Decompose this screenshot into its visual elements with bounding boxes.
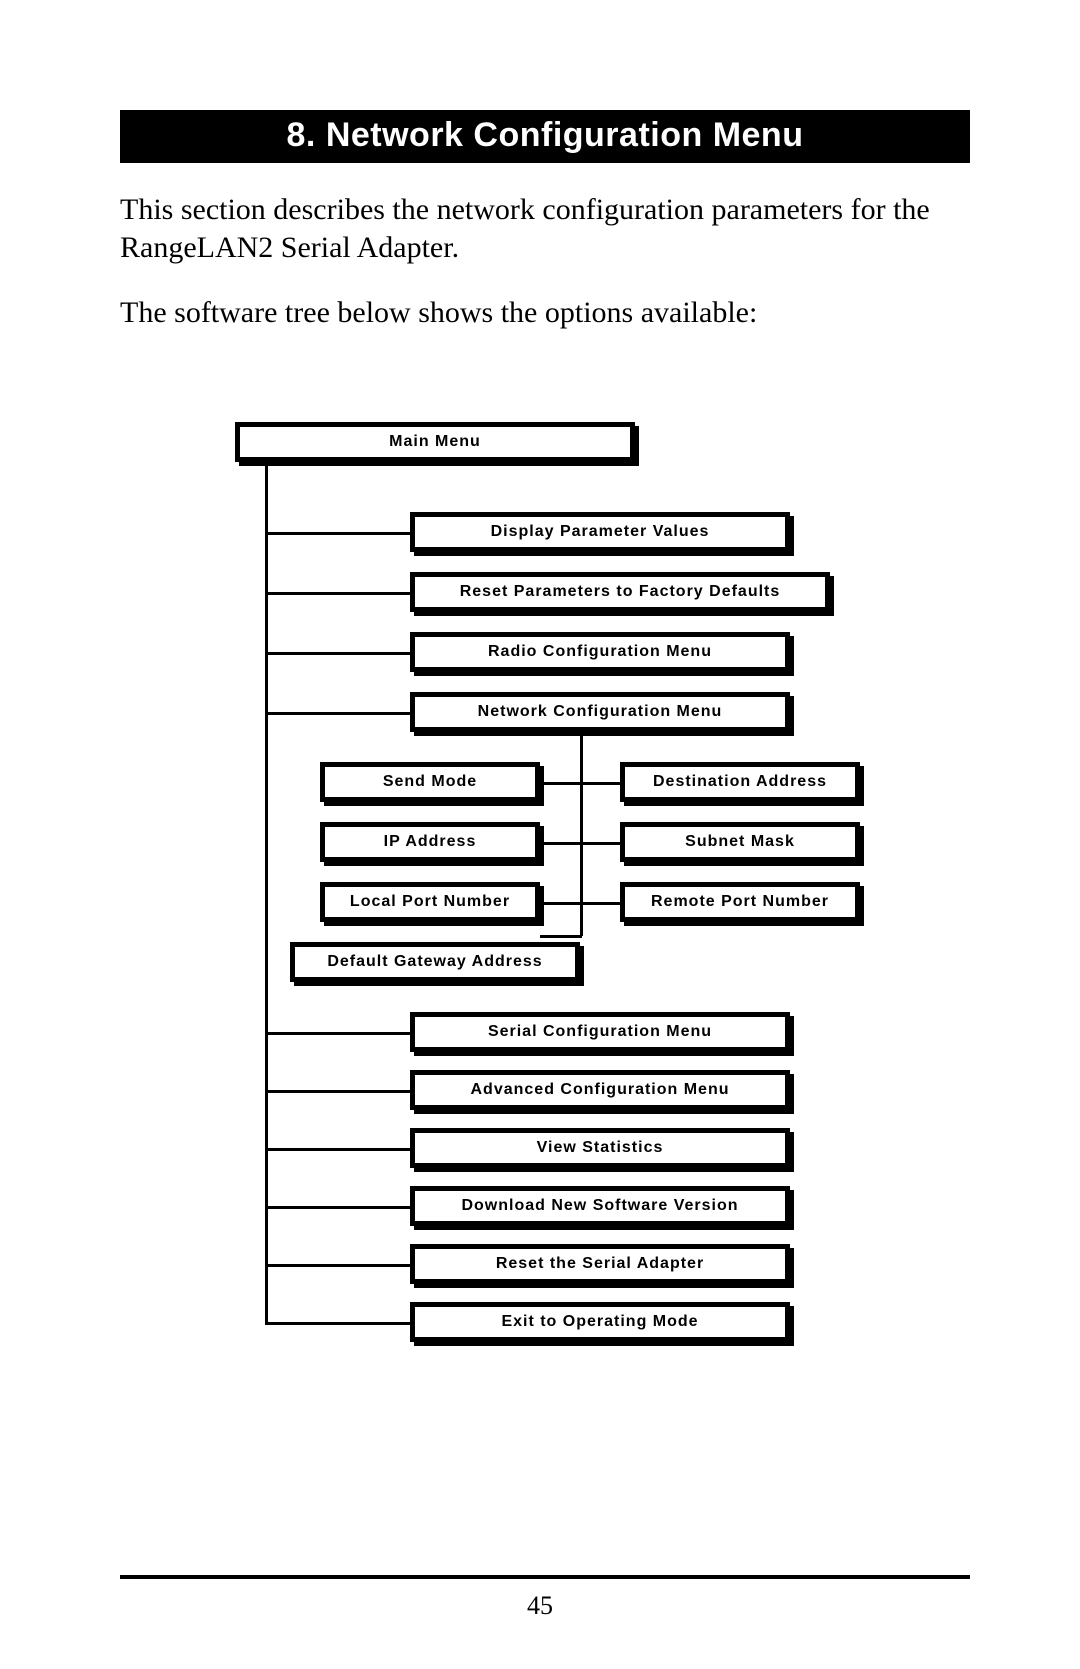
branch-line bbox=[265, 592, 415, 595]
branch-line bbox=[265, 1148, 415, 1151]
intro-paragraph-2: The software tree below shows the option… bbox=[120, 294, 970, 332]
node-network-config-menu: Network Configuration Menu bbox=[410, 692, 790, 732]
branch-line bbox=[265, 1322, 415, 1325]
subtree-trunk bbox=[580, 736, 583, 936]
branch-line bbox=[265, 1272, 268, 1322]
branch-line bbox=[265, 1090, 415, 1093]
branch-line bbox=[265, 1032, 415, 1035]
node-reset-serial-adapter: Reset the Serial Adapter bbox=[410, 1244, 790, 1284]
software-tree-diagram: Main Menu Display Parameter Values Reset… bbox=[225, 422, 865, 1292]
node-radio-config-menu: Radio Configuration Menu bbox=[410, 632, 790, 672]
node-advanced-config-menu: Advanced Configuration Menu bbox=[410, 1070, 790, 1110]
node-exit-operating-mode: Exit to Operating Mode bbox=[410, 1302, 790, 1342]
branch-line bbox=[265, 1206, 415, 1209]
node-subnet-mask: Subnet Mask bbox=[620, 822, 860, 862]
node-reset-factory-defaults: Reset Parameters to Factory Defaults bbox=[410, 572, 830, 612]
node-destination-address: Destination Address bbox=[620, 762, 860, 802]
footer-rule bbox=[120, 1575, 970, 1579]
intro-paragraph-1: This section describes the network confi… bbox=[120, 191, 970, 266]
branch-line bbox=[265, 712, 415, 715]
subtree-branch bbox=[540, 842, 620, 845]
node-default-gateway-address: Default Gateway Address bbox=[290, 942, 580, 982]
branch-line bbox=[265, 1264, 415, 1267]
branch-line bbox=[265, 532, 415, 535]
branch-line bbox=[265, 652, 415, 655]
node-display-parameter-values: Display Parameter Values bbox=[410, 512, 790, 552]
node-main-menu: Main Menu bbox=[235, 422, 635, 462]
page-number: 45 bbox=[0, 1591, 1080, 1621]
node-view-statistics: View Statistics bbox=[410, 1128, 790, 1168]
node-download-software: Download New Software Version bbox=[410, 1186, 790, 1226]
node-remote-port-number: Remote Port Number bbox=[620, 882, 860, 922]
node-local-port-number: Local Port Number bbox=[320, 882, 540, 922]
subtree-branch bbox=[540, 782, 620, 785]
section-title: 8. Network Configuration Menu bbox=[120, 110, 970, 163]
subtree-branch bbox=[540, 902, 620, 905]
subtree-branch bbox=[540, 935, 582, 938]
node-serial-config-menu: Serial Configuration Menu bbox=[410, 1012, 790, 1052]
node-send-mode: Send Mode bbox=[320, 762, 540, 802]
node-ip-address: IP Address bbox=[320, 822, 540, 862]
